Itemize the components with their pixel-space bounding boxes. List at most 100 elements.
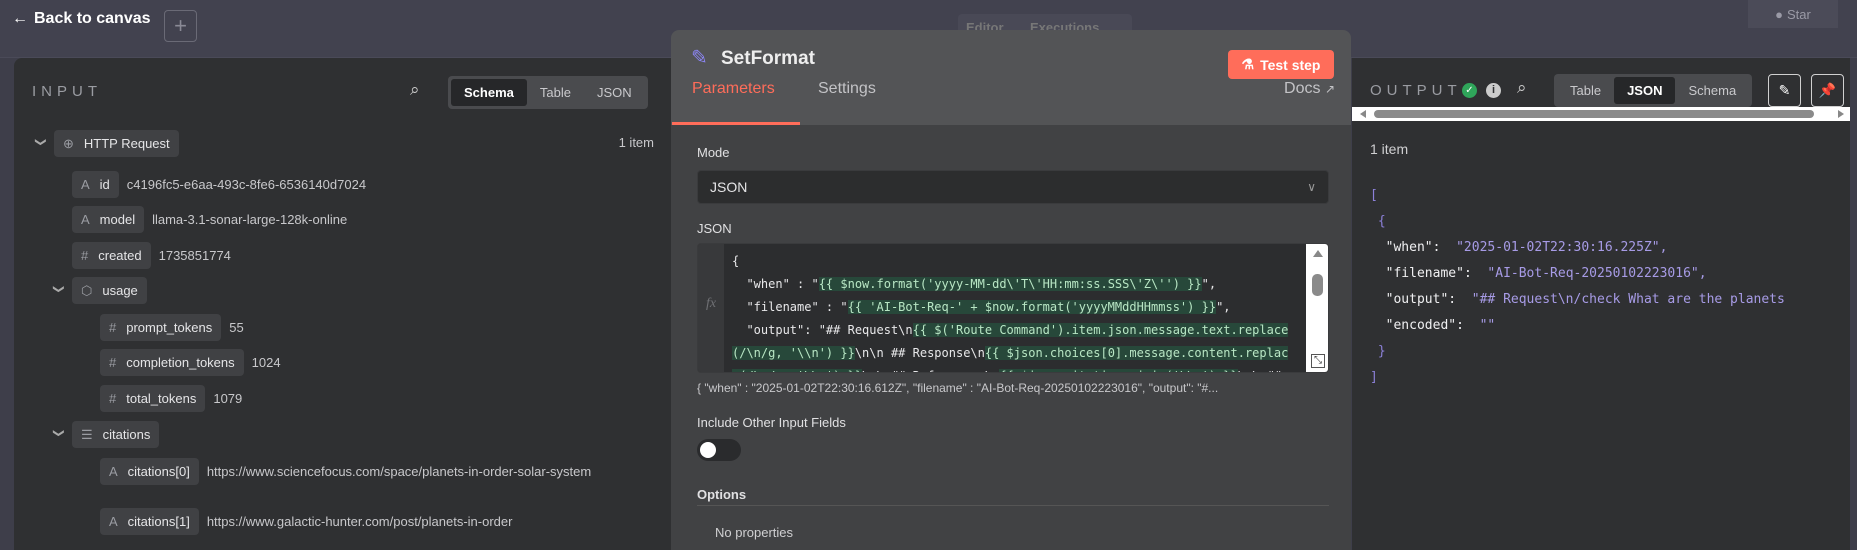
code-line: "when" : "{{ $now.format('yyyy-MM-dd\'T\… xyxy=(732,273,1300,296)
code-line: e(/\n/g, '\\n') }}\n\n## References\n{{ … xyxy=(732,365,1300,372)
node-panel: ✎ SetFormat ⚗ Test step Parameters Settin… xyxy=(671,30,1351,550)
tab-json[interactable]: JSON xyxy=(1614,77,1676,104)
code-text: \n\n## xyxy=(1238,369,1281,372)
scroll-left-icon[interactable] xyxy=(1360,110,1366,118)
code-line: (/\n/g, '\\n') }}\n\n ## Response\n{{ $j… xyxy=(732,342,1300,365)
scroll-right-icon[interactable] xyxy=(1838,110,1844,118)
expression: {{ $('Route Command').item.json.message.… xyxy=(912,323,1289,337)
json-value: "## Request\n/check What are the planets xyxy=(1471,292,1785,307)
back-to-canvas-button[interactable]: ← Back to canvas xyxy=(12,10,151,28)
scroll-up-icon[interactable] xyxy=(1313,250,1323,257)
json-field: "filename": "AI-Bot-Req-20250102223016", xyxy=(1370,261,1785,287)
number-icon: # xyxy=(81,248,89,263)
output-title: OUTPUT xyxy=(1370,82,1462,99)
expression: {{ $json.citations.join('\\n') }} xyxy=(999,369,1238,372)
code-line: "filename" : "{{ 'AI-Bot-Req-' + $now.fo… xyxy=(732,296,1300,319)
external-link-icon: ↗ xyxy=(1324,82,1335,96)
tree-key[interactable]: ⬡ usage xyxy=(72,277,147,304)
scroll-thumb[interactable] xyxy=(1312,274,1323,296)
parameters-body: Mode JSON ∨ JSON fx { "when" : "{{ $now.f… xyxy=(671,125,1351,550)
json-editor[interactable]: fx { "when" : "{{ $now.format('yyyy-MM-d… xyxy=(697,243,1329,373)
divider xyxy=(697,505,1329,506)
tree-key[interactable]: Amodel xyxy=(72,206,145,233)
code-line: "output": "## Request\n{{ $('Route Comma… xyxy=(732,319,1300,342)
code-text: "filename" : " xyxy=(732,300,848,314)
resize-icon[interactable]: ⤡ xyxy=(1311,354,1325,368)
expression: {{ $json.choices[0].message.content.repl… xyxy=(984,346,1289,360)
tree-key[interactable]: # total_tokens xyxy=(100,385,206,412)
brace-open: { xyxy=(1370,214,1386,229)
tree-value: https://www.sciencefocus.com/space/plane… xyxy=(206,464,592,479)
add-node-button[interactable]: + xyxy=(164,10,197,42)
bracket-close: ] xyxy=(1370,370,1378,385)
tab-json[interactable]: JSON xyxy=(584,79,645,106)
brace-close: } xyxy=(1370,344,1386,359)
tab-schema[interactable]: Schema xyxy=(1675,77,1749,104)
json-code[interactable]: { "when" : "{{ $now.format('yyyy-MM-dd\'… xyxy=(732,250,1300,372)
pencil-icon: ✎ xyxy=(1778,82,1791,98)
tab-table[interactable]: Table xyxy=(1557,77,1614,104)
tab-table[interactable]: Table xyxy=(527,79,584,106)
chevron-down-icon: ∨ xyxy=(1307,180,1316,194)
docs-link[interactable]: Docs ↗ xyxy=(1284,80,1335,98)
number-icon: # xyxy=(109,320,117,335)
include-fields-toggle[interactable] xyxy=(697,439,741,461)
github-star-button[interactable]: ● Star xyxy=(1748,0,1838,28)
tree-row: # completion_tokens 1024 xyxy=(100,349,281,376)
chevron-down-icon[interactable]: ❯ xyxy=(53,429,66,443)
tree-value: 55 xyxy=(229,320,244,335)
json-field: "output": "## Request\n/check What are t… xyxy=(1370,287,1785,313)
mode-select[interactable]: JSON ∨ xyxy=(697,170,1329,204)
tree-row: ❯ ☰ citations xyxy=(52,421,160,448)
tree-key[interactable]: Aid xyxy=(72,171,119,198)
key-label: completion_tokens xyxy=(126,355,235,370)
tree-key[interactable]: ⊕ HTTP Request xyxy=(54,130,179,157)
tree-row: Acitations[0] https://www.sciencefocus.co… xyxy=(100,458,591,485)
include-fields-label: Include Other Input Fields xyxy=(697,415,846,430)
expression: {{ $now.format('yyyy-MM-dd\'T\'HH:mm:ss.… xyxy=(818,277,1202,291)
tree-key[interactable]: # completion_tokens xyxy=(100,349,244,376)
search-icon[interactable]: ⌕ xyxy=(410,80,420,100)
tree-key[interactable]: # prompt_tokens xyxy=(100,314,222,341)
chevron-down-icon[interactable]: ❯ xyxy=(53,285,66,299)
pin-data-button[interactable]: 📌 xyxy=(1811,74,1844,107)
chevron-down-icon[interactable]: ❯ xyxy=(35,138,48,152)
test-step-button[interactable]: ⚗ Test step xyxy=(1228,50,1334,79)
key-label: HTTP Request xyxy=(83,136,170,151)
tree-row: # created 1735851774 xyxy=(72,242,231,269)
json-field: "encoded": "" xyxy=(1370,313,1785,339)
key-label: model xyxy=(99,212,136,227)
code-text: { xyxy=(732,254,740,268)
node-title[interactable]: SetFormat xyxy=(721,48,815,70)
tab-schema[interactable]: Schema xyxy=(451,79,527,106)
code-text: "when" : " xyxy=(732,277,819,291)
search-icon[interactable]: ⌕ xyxy=(1517,78,1527,98)
tree-key[interactable]: Acitations[0] xyxy=(100,458,199,485)
tab-settings[interactable]: Settings xyxy=(818,80,876,98)
editor-scrollbar[interactable]: ⤡ xyxy=(1306,244,1328,372)
tab-parameters[interactable]: Parameters xyxy=(692,80,775,98)
edit-output-button[interactable]: ✎ xyxy=(1768,74,1801,107)
colon: : xyxy=(1432,240,1457,255)
tree-key[interactable]: Acitations[1] xyxy=(100,508,199,535)
string-icon: A xyxy=(109,464,118,479)
json-value: "2025-01-02T22:30:16.225Z", xyxy=(1456,240,1668,255)
scroll-thumb[interactable] xyxy=(1374,110,1814,118)
tree-value: c4196fc5-e6aa-493c-8fe6-6536140d7024 xyxy=(126,177,367,192)
options-label: Options xyxy=(697,487,747,502)
string-icon: A xyxy=(81,212,90,227)
key-label: created xyxy=(98,248,142,263)
tree-key[interactable]: # created xyxy=(72,242,151,269)
colon: : xyxy=(1463,266,1488,281)
json-key: "output" xyxy=(1385,292,1449,307)
info-icon[interactable]: i xyxy=(1486,83,1501,98)
json-field: "when": "2025-01-02T22:30:16.225Z", xyxy=(1370,235,1785,261)
expression: (/\n/g, '\\n') }} xyxy=(732,346,855,360)
tree-key[interactable]: ☰ citations xyxy=(72,421,160,448)
tree-row: ❯ ⊕ HTTP Request xyxy=(34,130,179,157)
tree-row: ❯ ⬡ usage xyxy=(52,277,147,304)
key-label: total_tokens xyxy=(126,391,197,406)
tree-row: # prompt_tokens 55 xyxy=(100,314,244,341)
input-view-tabs: Schema Table JSON xyxy=(448,76,648,109)
horizontal-scrollbar[interactable] xyxy=(1352,107,1850,121)
